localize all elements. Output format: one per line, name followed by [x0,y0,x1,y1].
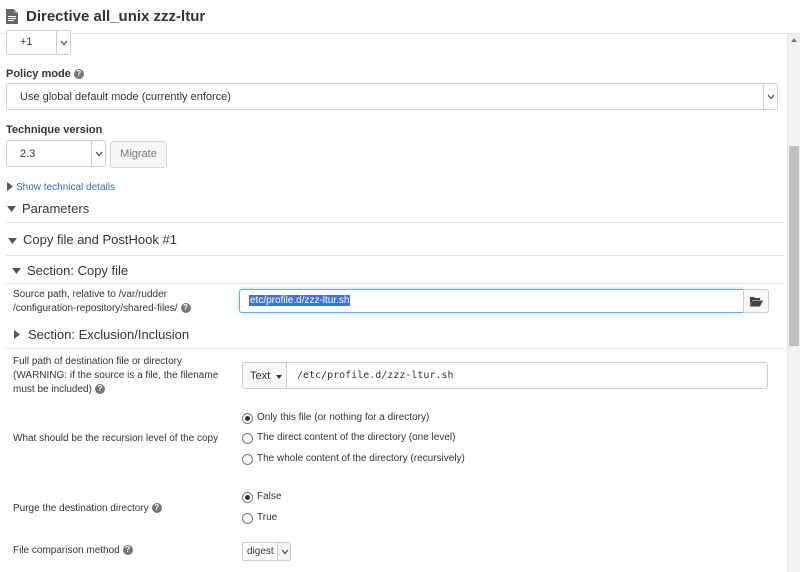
directive-header: Directive all_unix zzz-ltur [0,0,800,34]
show-technical-details-link[interactable]: Show technical details [16,182,115,193]
source-path-input[interactable]: etc/profile.d/zzz-ltur.sh [239,289,744,313]
source-path-label-line-2-text: /configuration-repository/shared-files/ [13,303,178,314]
caret-right-icon[interactable] [13,330,21,339]
chevron-down-icon [60,40,68,45]
policy-mode-value: Use global default mode (currently enfor… [20,91,231,103]
chevron-down-icon [281,549,289,554]
purge-label: Purge the destination directory? [13,502,162,516]
technique-version-select[interactable]: 2.3 [6,140,106,167]
policy-mode-label-text: Policy mode [6,68,71,80]
scrollbar-thumb[interactable] [789,146,799,346]
parameters-title[interactable]: Parameters [22,201,89,216]
question-circle-icon[interactable]: ? [180,303,191,314]
radio-purge-false[interactable] [242,492,253,503]
caret-down-icon[interactable] [7,205,16,213]
purge-option-true[interactable]: True [257,512,277,523]
vertical-scrollbar[interactable] [787,34,800,572]
comparison-select[interactable]: digest [242,542,291,561]
destination-value: /etc/profile.d/zzz-ltur.sh [297,370,454,381]
destination-label-line-2: (WARNING: if the source is a file, the f… [13,370,219,381]
question-circle-icon[interactable]: ? [151,503,162,514]
radio-recursion-recursive[interactable] [242,454,253,465]
divider [6,283,784,284]
priority-select[interactable]: +1 [6,30,71,55]
technique-version-dropdown-toggle[interactable] [91,141,105,166]
priority-dropdown-toggle[interactable] [56,31,70,54]
destination-type-label: Text [250,370,271,382]
caret-right-icon[interactable] [6,182,14,191]
destination-type-dropdown[interactable]: Text [242,362,287,389]
recursion-label: What should be the recursion level of th… [13,433,219,444]
copy-file-block-title[interactable]: Copy file and PostHook #1 [23,232,177,247]
folder-open-icon [750,297,763,307]
technique-version-label: Technique version [6,124,103,136]
recursion-option-1[interactable]: Only this file (or nothing for a directo… [257,412,429,423]
recursion-option-3[interactable]: The whole content of the directory (recu… [257,453,465,464]
purge-label-text: Purge the destination directory [13,503,149,514]
source-path-label: Source path, relative to /var/rudder /co… [13,288,191,316]
file-icon [6,9,18,24]
purge-option-false[interactable]: False [257,491,281,502]
recursion-option-2[interactable]: The direct content of the directory (one… [257,432,455,443]
policy-mode-label: Policy mode? [6,68,84,80]
technique-version-value: 2.3 [20,148,36,160]
destination-label: Full path of destination file or directo… [13,355,218,397]
policy-mode-dropdown-toggle[interactable] [763,84,777,109]
caret-down-icon[interactable] [8,237,17,245]
comparison-value: digest [247,546,274,557]
question-circle-icon[interactable]: ? [94,384,105,395]
destination-label-line-3: must be included)? [13,383,218,397]
divider [6,255,784,256]
divider [6,348,784,349]
comparison-label-text: File comparison method [13,545,120,556]
page-title: Directive all_unix zzz-ltur [26,8,206,25]
comparison-dropdown-toggle[interactable] [277,543,290,560]
priority-value: +1 [20,36,33,48]
caret-down-icon[interactable] [12,267,21,275]
chevron-down-icon [95,151,103,156]
radio-recursion-only-file[interactable] [242,413,253,424]
comparison-label: File comparison method? [13,544,133,558]
destination-label-line-1: Full path of destination file or directo… [13,356,182,367]
destination-input[interactable]: /etc/profile.d/zzz-ltur.sh [286,362,768,389]
source-path-value: etc/profile.d/zzz-ltur.sh [249,295,351,306]
section-copy-file-title[interactable]: Section: Copy file [27,263,128,278]
destination-label-line-3-text: must be included) [13,384,92,395]
source-path-label-line-2: /configuration-repository/shared-files/? [13,302,191,316]
radio-purge-true[interactable] [242,513,253,524]
migrate-button[interactable]: Migrate [110,141,167,168]
question-circle-icon[interactable]: ? [73,69,84,80]
section-exclusion-title[interactable]: Section: Exclusion/Inclusion [28,327,189,342]
question-circle-icon[interactable]: ? [122,545,133,556]
source-path-label-line-1: Source path, relative to /var/rudder [13,289,167,300]
caret-down-icon [276,375,282,379]
radio-recursion-one-level[interactable] [242,433,253,444]
scroll-up-arrow-icon[interactable] [788,34,800,46]
divider [6,222,784,223]
policy-mode-select[interactable]: Use global default mode (currently enfor… [6,83,778,110]
browse-files-button[interactable] [743,289,769,313]
chevron-down-icon [767,94,775,99]
